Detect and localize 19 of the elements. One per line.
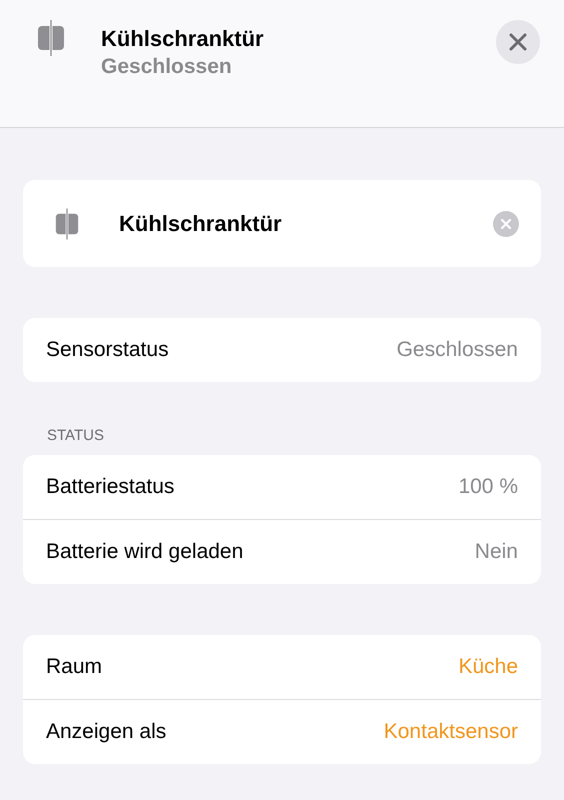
accessory-status: Geschlossen [101,55,233,79]
row-label: Batteriestatus [46,475,174,499]
accessory-title: Kühlschranktür [101,26,265,52]
picker-value[interactable]: Kontaktsensor [384,720,518,744]
row-value: Nein [474,540,518,564]
row-value: Geschlossen [396,338,518,362]
row-label: Raum [46,655,102,679]
row-label: Batterie wird geladen [46,540,244,564]
close-button[interactable] [496,20,540,64]
row-label: Sensorstatus [46,338,169,362]
row-label: Anzeigen als [46,720,166,744]
picker-value[interactable]: Küche [458,655,518,679]
name-field[interactable]: Kühlschranktür [119,210,493,236]
door-icon [55,208,79,240]
close-icon [509,33,527,51]
section-header: STATUS [46,427,105,446]
door-icon [37,20,65,56]
clear-icon [501,218,511,228]
row-value: 100 % [458,475,518,499]
